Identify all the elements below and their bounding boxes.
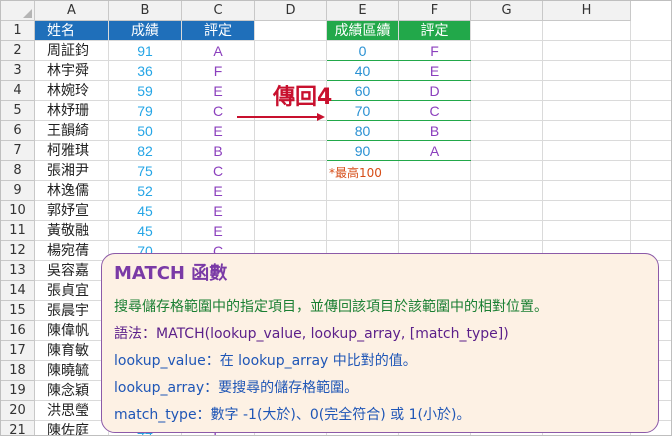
row-header-6[interactable]: 6: [1, 121, 35, 141]
student-grade[interactable]: E: [182, 201, 254, 220]
student-name[interactable]: 張晨宇: [35, 301, 108, 320]
row-header-1[interactable]: 1: [1, 21, 35, 41]
header-name[interactable]: 姓名: [35, 21, 108, 40]
student-name[interactable]: 楊宛蒨: [35, 241, 108, 260]
student-grade[interactable]: A: [182, 41, 254, 60]
header-score[interactable]: 成績: [109, 21, 181, 40]
column-header-d[interactable]: D: [255, 1, 327, 21]
student-name[interactable]: 陳佐庭: [35, 421, 108, 435]
student-grade[interactable]: B: [182, 141, 254, 160]
student-name[interactable]: 張貞宜: [35, 281, 108, 300]
student-name[interactable]: 王韻綺: [35, 121, 108, 140]
column-header-e[interactable]: E: [327, 1, 399, 21]
row-header-19[interactable]: 19: [1, 381, 35, 401]
callout-syntax: 語法：MATCH(lookup_value, lookup_array, [ma…: [114, 326, 509, 342]
callout-description: 搜尋儲存格範圍中的指定項目，並傳回該項目於該範圍中的相對位置。: [114, 299, 548, 315]
row-header-3[interactable]: 3: [1, 61, 35, 81]
student-name[interactable]: 陳曉毓: [35, 361, 108, 380]
student-name[interactable]: 黃敬融: [35, 221, 108, 240]
row-header-10[interactable]: 10: [1, 201, 35, 221]
callout-lookup-array: lookup_array：要搜尋的儲存格範圍。: [114, 380, 359, 396]
row-header-18[interactable]: 18: [1, 361, 35, 381]
column-header-f[interactable]: F: [399, 1, 471, 21]
student-score[interactable]: 50: [109, 121, 181, 140]
student-grade[interactable]: F: [182, 61, 254, 80]
lookup-score-range[interactable]: 0: [327, 41, 398, 60]
row-header-5[interactable]: 5: [1, 101, 35, 121]
student-name[interactable]: 陳偉帆: [35, 321, 108, 340]
return-value-label: 傳回4: [273, 85, 333, 110]
student-score[interactable]: 91: [109, 41, 181, 60]
student-name[interactable]: 柯雅琪: [35, 141, 108, 160]
student-score[interactable]: 52: [109, 181, 181, 200]
student-score[interactable]: 75: [109, 161, 181, 180]
column-header-h[interactable]: H: [543, 1, 631, 21]
lookup-score-range[interactable]: 80: [327, 121, 398, 140]
student-name[interactable]: 林妤珊: [35, 101, 108, 120]
callout-lookup-value: lookup_value：在 lookup_array 中比對的值。: [114, 353, 417, 369]
student-name[interactable]: 林宇舜: [35, 61, 108, 80]
student-score[interactable]: 45: [109, 201, 181, 220]
header-range-grade[interactable]: 評定: [399, 21, 470, 40]
student-name[interactable]: 張湘尹: [35, 161, 108, 180]
row-header-4[interactable]: 4: [1, 81, 35, 101]
student-score[interactable]: 59: [109, 81, 181, 100]
column-header-g[interactable]: G: [471, 1, 543, 21]
row-header-11[interactable]: 11: [1, 221, 35, 241]
student-grade[interactable]: E: [182, 81, 254, 100]
callout-title: MATCH 函數: [114, 263, 228, 284]
row-header-9[interactable]: 9: [1, 181, 35, 201]
callout-match-type: match_type：數字 -1(大於)、0(完全符合) 或 1(小於)。: [114, 407, 471, 423]
row-header-20[interactable]: 20: [1, 401, 35, 421]
student-name[interactable]: 洪思瑩: [35, 401, 108, 420]
student-score[interactable]: 82: [109, 141, 181, 160]
lookup-grade[interactable]: D: [399, 81, 470, 100]
row-header-13[interactable]: 13: [1, 261, 35, 281]
note-text: *最高100: [329, 166, 382, 180]
arrow-right-icon: [237, 113, 325, 121]
student-grade[interactable]: C: [182, 161, 254, 180]
student-name[interactable]: 陳育敏: [35, 341, 108, 360]
column-header-a[interactable]: A: [35, 1, 109, 21]
lookup-grade[interactable]: C: [399, 101, 470, 120]
student-name[interactable]: 郭妤宣: [35, 201, 108, 220]
row-header-2[interactable]: 2: [1, 41, 35, 61]
row-header-17[interactable]: 17: [1, 341, 35, 361]
student-grade[interactable]: E: [182, 121, 254, 140]
column-header-c[interactable]: C: [182, 1, 255, 21]
lookup-grade[interactable]: E: [399, 61, 470, 80]
spreadsheet: ABCDEFGH 1 2 3 4 5 6 7 8 9 10 11 12 13 14 15 16 17 18 19 20…: [0, 0, 672, 436]
student-name[interactable]: 周証鈞: [35, 41, 108, 60]
student-score[interactable]: 36: [109, 61, 181, 80]
header-score-range[interactable]: 成績區續: [327, 21, 398, 40]
header-grade[interactable]: 評定: [182, 21, 254, 40]
student-name[interactable]: 吳容嘉: [35, 261, 108, 280]
student-score[interactable]: 45: [109, 221, 181, 240]
row-header-16[interactable]: 16: [1, 321, 35, 341]
student-grade[interactable]: E: [182, 181, 254, 200]
row-header-8[interactable]: 8: [1, 161, 35, 181]
student-score[interactable]: 79: [109, 101, 181, 120]
lookup-score-range[interactable]: 40: [327, 61, 398, 80]
row-header-12[interactable]: 12: [1, 241, 35, 261]
student-name[interactable]: 林逸儒: [35, 181, 108, 200]
row-header-7[interactable]: 7: [1, 141, 35, 161]
lookup-grade[interactable]: B: [399, 121, 470, 140]
row-header-15[interactable]: 15: [1, 301, 35, 321]
student-name[interactable]: 陳念穎: [35, 381, 108, 400]
lookup-score-range[interactable]: 60: [327, 81, 398, 100]
row-header-14[interactable]: 14: [1, 281, 35, 301]
student-grade[interactable]: E: [182, 221, 254, 240]
match-function-callout: MATCH 函數 搜尋儲存格範圍中的指定項目，並傳回該項目於該範圍中的相對位置。…: [101, 253, 659, 433]
lookup-score-range[interactable]: 90: [327, 141, 398, 160]
column-header-b[interactable]: B: [109, 1, 182, 21]
select-all-corner[interactable]: [1, 1, 35, 21]
lookup-grade[interactable]: F: [399, 41, 470, 60]
lookup-grade[interactable]: A: [399, 141, 470, 160]
lookup-score-range[interactable]: 70: [327, 101, 398, 120]
row-header-21[interactable]: 21: [1, 421, 35, 435]
student-name[interactable]: 林婉玲: [35, 81, 108, 100]
